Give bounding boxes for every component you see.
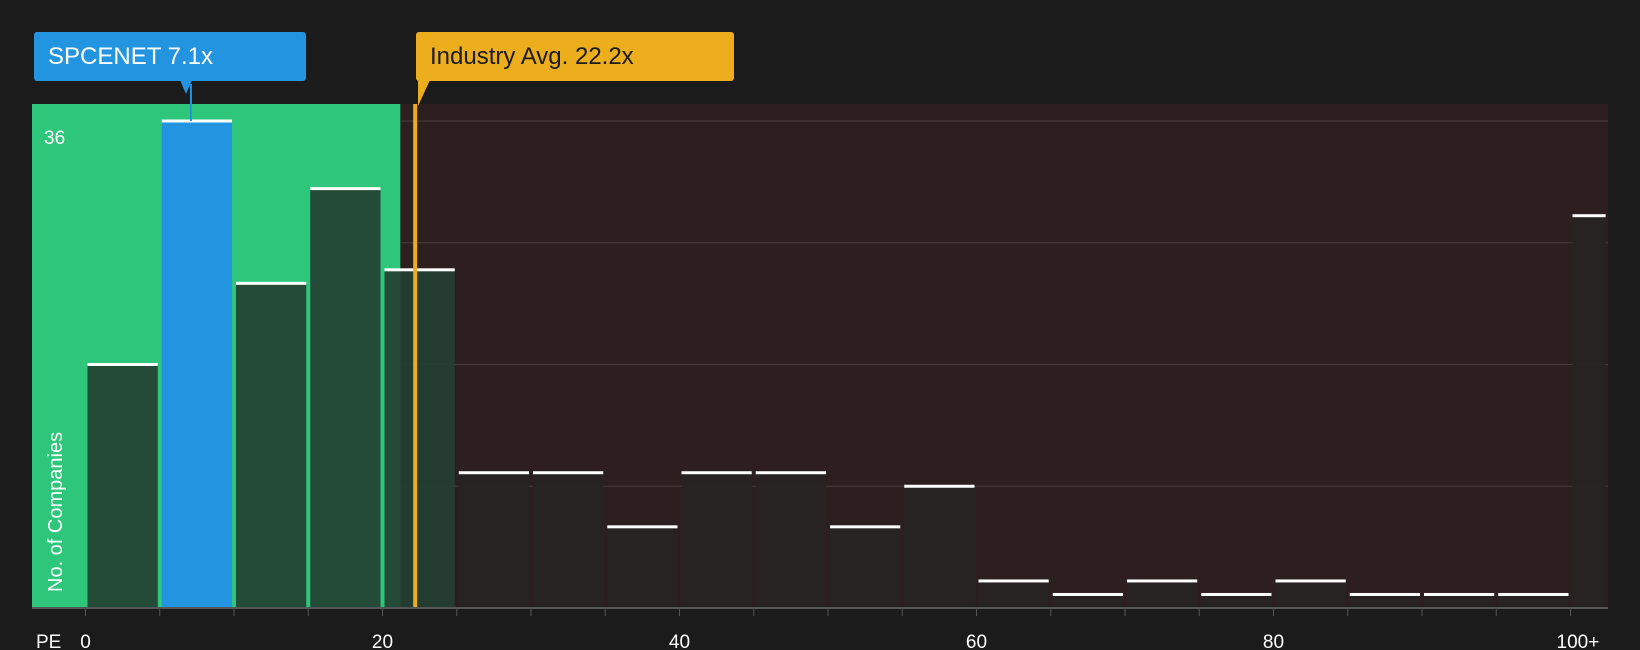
histogram-bar [310,188,381,608]
histogram-bar [1275,580,1346,608]
bar-cap [1349,592,1420,596]
histogram-bar [533,472,604,608]
industry-callout-pointer [418,80,430,106]
company-callout-pointer [180,80,192,94]
x-tick-label: 0 [80,632,91,650]
bar-cap [681,471,752,475]
histogram-bar [1349,594,1420,608]
bar-cap [755,471,826,475]
bar-cap [607,525,678,529]
bar-cap [1572,214,1606,218]
histogram-bar [1498,594,1569,608]
histogram-bar [458,472,529,608]
x-ticks: 0 20 40 60 80 100+ [80,608,1599,650]
company-pe-callout: SPCENET 7.1x [34,32,306,81]
x-tick-label: 80 [1263,632,1284,650]
bar-cap [161,119,232,123]
bar-cap [236,281,307,285]
bar-cap [384,268,455,272]
histogram-bar [978,580,1049,608]
histogram-bar [1424,594,1495,608]
histogram-bar [1052,594,1123,608]
histogram-bar [236,283,307,608]
bar-cap [533,471,604,475]
bar-cap [1424,592,1495,596]
x-tick-label: 20 [372,632,393,650]
histogram-bar [755,472,826,608]
bar-cap [904,484,975,488]
pe-histogram-chart: 0 20 40 60 80 100+ 36 No. of Companies PE [32,84,1608,650]
bar-cap [1498,592,1569,596]
bar-cap [1201,592,1272,596]
industry-average-line [413,104,418,608]
histogram-bar [161,121,232,608]
bar-cap [1052,592,1123,596]
bar-cap [1275,579,1346,583]
histogram-bar [1127,580,1198,608]
x-tick-label: 100+ [1557,632,1600,650]
y-max-tick-label: 36 [44,128,65,149]
bar-cap [1127,579,1198,583]
histogram-bar [830,526,901,608]
x-axis-label: PE [36,632,61,650]
y-axis-label: No. of Companies [45,432,67,592]
histogram-bar [1201,594,1272,608]
industry-average-callout: Industry Avg. 22.2x [416,32,734,81]
x-tick-label: 60 [966,632,987,650]
bar-cap [87,363,158,366]
histogram-bar [904,486,975,608]
histogram-bar [384,269,455,608]
bar-cap [830,525,901,529]
bar-cap [310,187,381,191]
bar-cap [978,579,1049,583]
histogram-bar [1572,215,1606,608]
x-tick-label: 40 [669,632,690,650]
bar-cap [458,471,529,475]
histogram-bar [87,364,158,608]
histogram-bar [607,526,678,608]
histogram-bar [681,472,752,608]
